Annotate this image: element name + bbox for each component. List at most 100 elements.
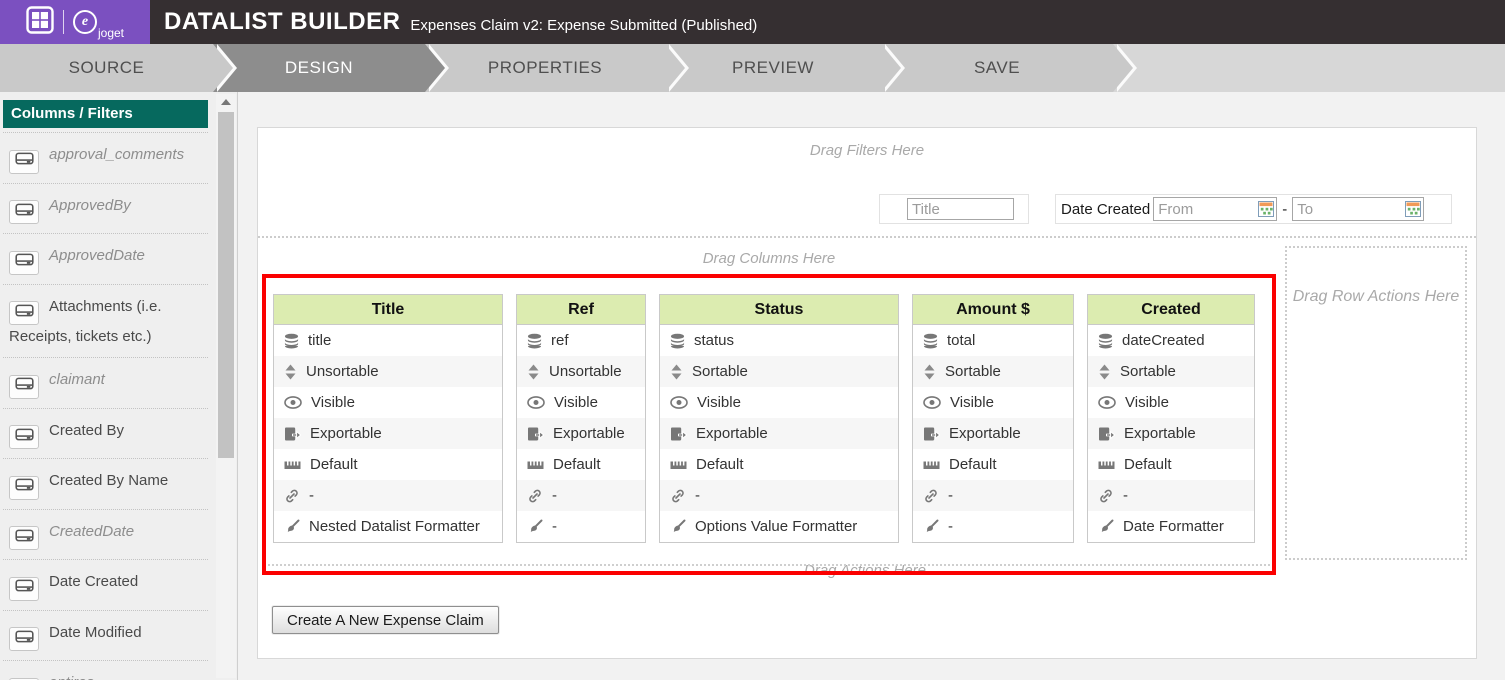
link-icon [284,488,300,504]
sidebar-item-approvedby[interactable]: ApprovedBy [3,184,208,235]
column-prop-width: Default [517,449,645,480]
scroll-up-arrow-icon[interactable] [216,94,236,110]
sidebar-item-label: Date Created [49,573,138,590]
sort-icon [1098,364,1111,380]
export-icon [527,426,544,442]
sort-icon [670,364,683,380]
column-amount[interactable]: Amount $totalSortableVisibleExportableDe… [912,294,1074,543]
column-title[interactable]: TitletitleUnsortableVisibleExportableDef… [273,294,503,543]
tab-preview[interactable]: PREVIEW [665,44,881,92]
link-icon [923,488,939,504]
column-prop-value: Sortable [692,363,748,380]
column-prop-formatter: - [913,511,1073,542]
sidebar-item-entires[interactable]: entires [3,661,208,680]
ruler-icon [670,459,687,471]
grid-icon [26,6,54,39]
export-icon [670,426,687,442]
column-prop-export: Exportable [913,418,1073,449]
date-created-filter[interactable]: Date Created [1055,194,1452,224]
column-prop-value: Visible [554,394,598,411]
brush-icon [284,519,300,535]
database-icon [1098,333,1113,349]
columns-drop-zone[interactable]: TitletitleUnsortableVisibleExportableDef… [273,294,1272,543]
app-header: ejoget DATALIST BUILDER Expenses Claim v… [0,0,1505,44]
drawer-icon [15,527,34,550]
sidebar-item-claimant[interactable]: claimant [3,358,208,409]
column-prop-field: ref [517,325,645,356]
column-prop-value: total [947,332,975,349]
column-prop-value: Exportable [696,425,768,442]
title-filter[interactable] [879,194,1029,224]
column-prop-field: total [913,325,1073,356]
column-prop-value: Visible [311,394,355,411]
export-icon [923,426,940,442]
sidebar-item-attachments-i-e-receipts-tickets-etc[interactable]: Attachments (i.e. Receipts, tickets etc.… [3,285,208,359]
filters-drop-zone[interactable]: Drag Filters Here Date Created [258,128,1476,238]
column-prop-value: Default [553,456,601,473]
sidebar-item-date-modified[interactable]: Date Modified [3,611,208,662]
tab-design[interactable]: DESIGN [213,44,425,92]
column-prop-value: Default [949,456,997,473]
column-prop-width: Default [274,449,502,480]
create-expense-claim-button[interactable]: Create A New Expense Claim [272,606,499,634]
drawer-icon [15,577,34,600]
column-header: Amount $ [913,295,1073,325]
column-prop-value: title [308,332,331,349]
row-actions-drop-zone[interactable]: Drag Row Actions Here [1285,246,1467,560]
sidebar-item-date-created[interactable]: Date Created [3,560,208,611]
column-prop-value: - [552,518,557,535]
column-prop-value: - [552,487,557,504]
column-prop-value: ref [551,332,569,349]
column-prop-value: dateCreated [1122,332,1205,349]
tab-save[interactable]: SAVE [881,44,1113,92]
tabbar-filler [1113,44,1505,92]
sidebar-item-label: entires [49,674,94,680]
sidebar-item-label: Created By [49,422,124,439]
eye-icon [670,396,688,409]
tab-properties[interactable]: PROPERTIES [425,44,665,92]
calendar-icon[interactable] [1405,201,1421,217]
eye-icon [284,396,302,409]
tab-source[interactable]: SOURCE [0,44,213,92]
export-icon [1098,426,1115,442]
column-status[interactable]: StatusstatusSortableVisibleExportableDef… [659,294,899,543]
column-prop-value: Exportable [553,425,625,442]
column-prop-sort: Unsortable [517,356,645,387]
column-prop-sort: Sortable [660,356,898,387]
eye-icon [923,396,941,409]
column-prop-formatter: Nested Datalist Formatter [274,511,502,542]
column-prop-value: Sortable [945,363,1001,380]
sort-icon [527,364,540,380]
brush-icon [1098,519,1114,535]
database-icon [527,333,542,349]
link-icon [1098,488,1114,504]
link-icon [670,488,686,504]
sidebar-item-created-by-name[interactable]: Created By Name [3,459,208,510]
scrollbar-thumb[interactable] [218,112,234,458]
column-prop-value: Default [696,456,744,473]
ruler-icon [1098,459,1115,471]
sidebar-item-approveddate[interactable]: ApprovedDate [3,234,208,285]
title-filter-input[interactable] [907,198,1014,220]
calendar-icon[interactable] [1258,201,1274,217]
page-subtitle: Expenses Claim v2: Expense Submitted (Pu… [410,17,757,34]
logo-separator [63,10,64,34]
drag-columns-label: Drag Columns Here [262,250,1276,267]
sidebar-item-approval-comments[interactable]: approval_comments [3,132,208,184]
column-created[interactable]: CreateddateCreatedSortableVisibleExporta… [1087,294,1255,543]
column-ref[interactable]: RefrefUnsortableVisibleExportableDefault… [516,294,646,543]
sidebar-item-label: ApprovedDate [49,247,145,264]
app-menu-logo[interactable]: ejoget [0,0,150,44]
sidebar-scrollbar[interactable] [216,94,236,678]
sidebar-item-createddate[interactable]: CreatedDate [3,510,208,561]
column-prop-value: Visible [1125,394,1169,411]
column-prop-value: Visible [697,394,741,411]
sidebar-item-created-by[interactable]: Created By [3,409,208,460]
column-prop-export: Exportable [660,418,898,449]
drawer-icon [15,201,34,224]
sidebar-title: Columns / Filters [3,100,208,128]
column-prop-sort: Sortable [1088,356,1254,387]
drawer-icon [15,476,34,499]
column-prop-value: Exportable [949,425,1021,442]
column-prop-value: status [694,332,734,349]
